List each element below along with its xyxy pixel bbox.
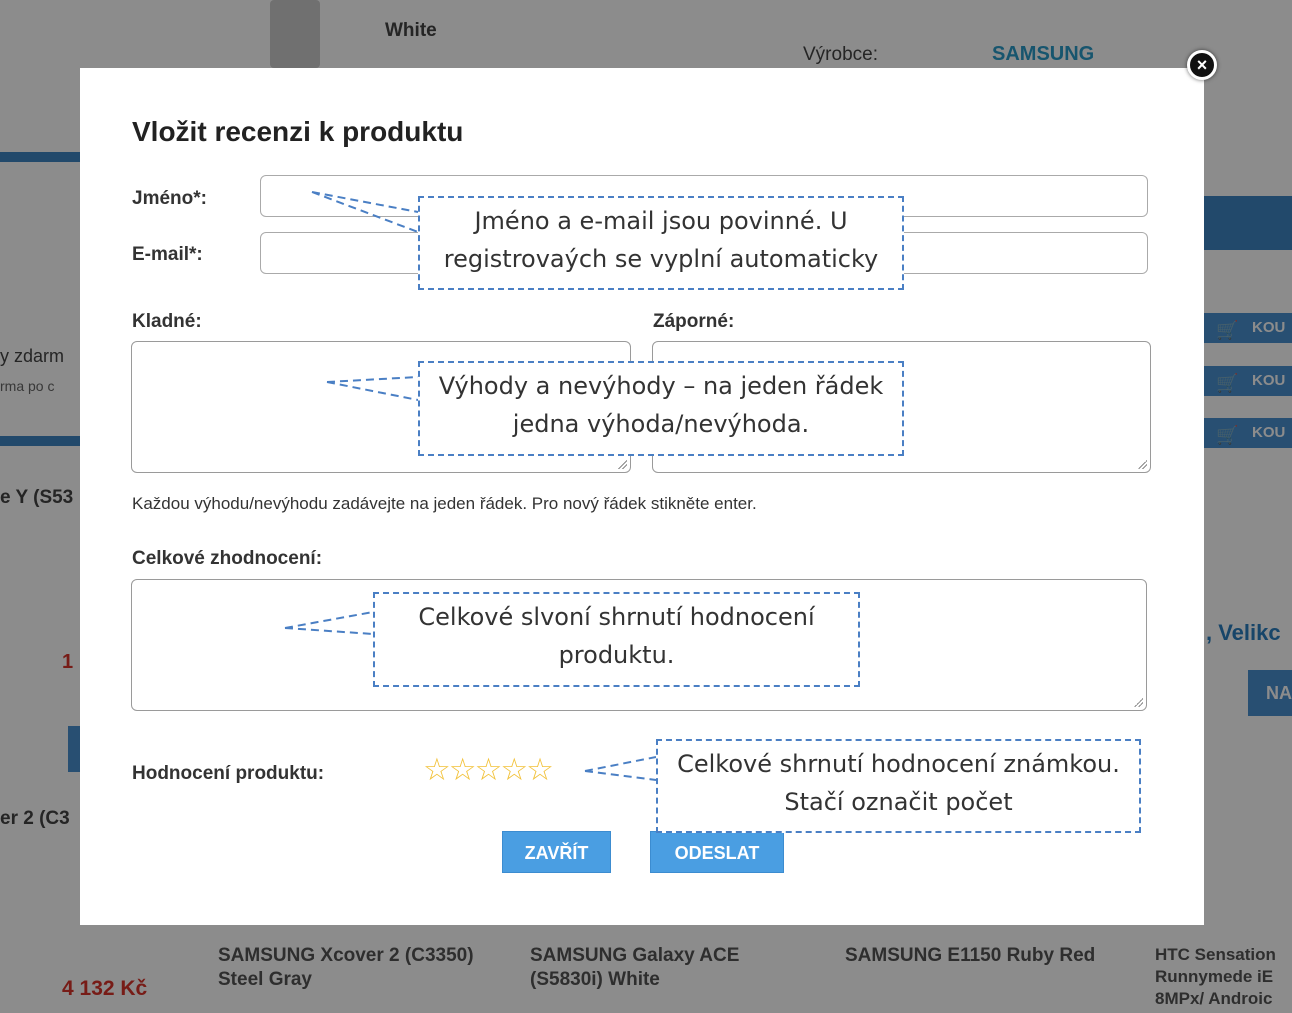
cons-label: Záporné:: [653, 311, 735, 332]
resize-grip-icon[interactable]: [617, 459, 627, 469]
callout-name-email: Jméno a e-mail jsou povinné. U registrov…: [418, 196, 904, 290]
callout-overall: Celkové slvoní shrnutí hodnocení produkt…: [373, 592, 860, 687]
pros-cons-hint: Každou výhodu/nevýhodu zadávejte na jede…: [132, 494, 757, 513]
modal-title: Vložit recenzi k produktu: [132, 116, 464, 147]
rating-label: Hodnocení produktu:: [132, 763, 325, 784]
submit-button[interactable]: ODESLAT: [650, 831, 784, 873]
resize-grip-icon[interactable]: [1137, 459, 1147, 469]
callout-rating: Celkové shrnutí hodnocení známkou. Stačí…: [656, 739, 1141, 833]
resize-grip-icon[interactable]: [1133, 697, 1143, 707]
close-button[interactable]: ZAVŘÍT: [502, 831, 611, 873]
email-label: E-mail*:: [132, 244, 203, 265]
close-icon[interactable]: ×: [1187, 50, 1217, 80]
overall-label: Celkové zhodnocení:: [132, 548, 323, 569]
name-label: Jméno*:: [132, 188, 207, 209]
star-rating[interactable]: ☆☆☆☆☆: [423, 753, 554, 787]
pros-label: Kladné:: [132, 311, 202, 332]
callout-pros-cons: Výhody a nevýhody – na jeden řádek jedna…: [418, 361, 904, 456]
